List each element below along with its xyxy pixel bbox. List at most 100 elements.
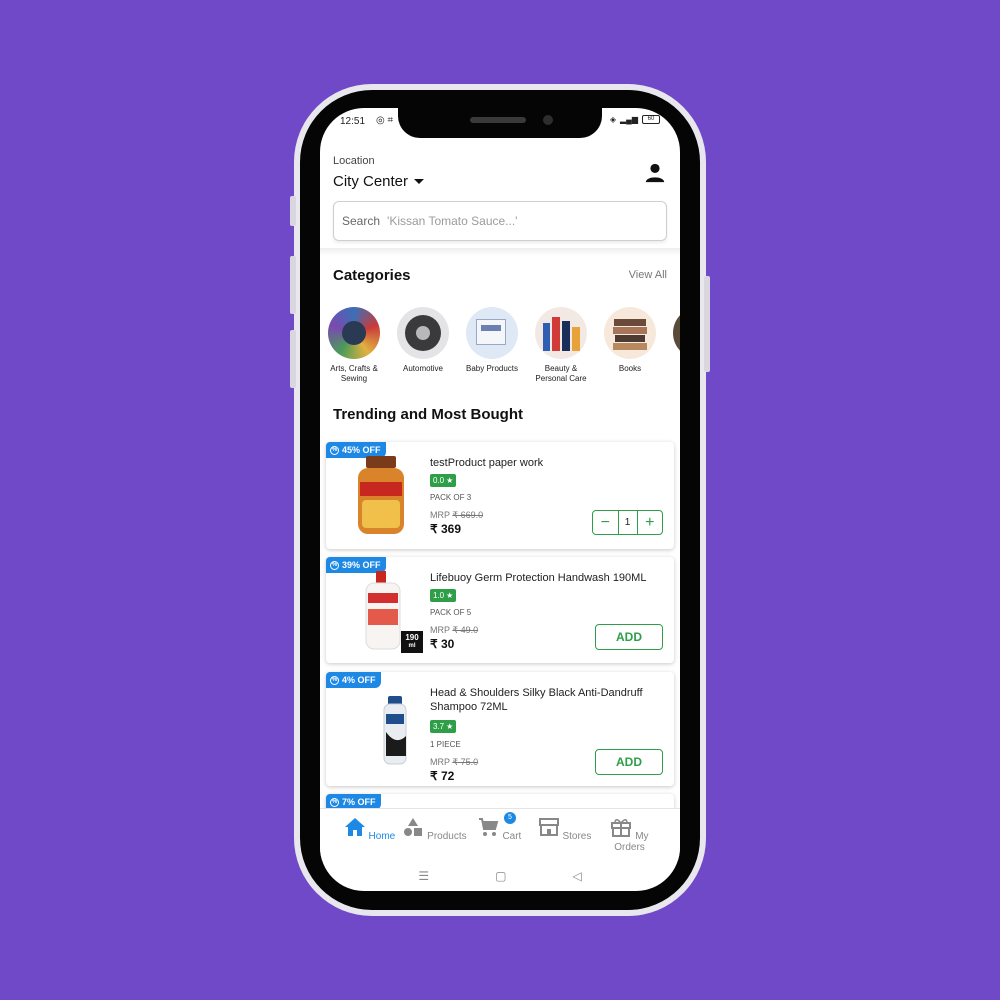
signal-icon: ▂▄▆ [620, 115, 638, 124]
nav-my-orders[interactable]: My Orders [597, 809, 662, 860]
pack-size: 1 PIECE [430, 740, 461, 749]
nav-label: Products [427, 831, 467, 842]
trending-title: Trending and Most Bought [333, 406, 523, 423]
mrp-line: MRP ₹ 49.0 [430, 625, 478, 636]
nav-stores[interactable]: Stores [532, 809, 597, 860]
status-time: 12:51 [340, 116, 366, 127]
nav-label: Home [368, 831, 396, 842]
product-card[interactable]: % 4% OFF Head & Shoulders Silky Black An… [326, 672, 674, 786]
volume-up-button [290, 196, 296, 226]
category-image [328, 307, 380, 359]
percent-icon: % [330, 797, 339, 807]
mute-button [290, 330, 296, 388]
status-indicators: ◈ ▂▄▆ 60 [610, 115, 660, 124]
category-label: Baby Products [465, 364, 519, 373]
mrp-value: ₹ 75.0 [452, 757, 479, 767]
rating-value: 1.0 [433, 591, 445, 600]
volume-down-button [290, 256, 296, 314]
mrp-label: MRP [430, 625, 450, 635]
search-label: Search [342, 214, 381, 228]
price: ₹ 369 [430, 522, 461, 536]
mrp-line: MRP ₹ 75.0 [430, 757, 478, 768]
add-button[interactable]: ADD [595, 749, 663, 775]
battery-icon: 60 [642, 115, 660, 124]
mrp-line: MRP ₹ 669.0 [430, 510, 483, 521]
product-card[interactable]: % 45% OFF testProduct paper work 0.0 ★ P… [326, 442, 674, 549]
add-button[interactable]: ADD [595, 624, 663, 650]
discount-text: 7% OFF [342, 797, 376, 807]
category-baby-products[interactable]: Baby Products [459, 307, 525, 374]
nav-home[interactable]: Home [337, 809, 402, 860]
system-navigation-bar: ☰ ▢ ◁ [320, 860, 680, 891]
speaker-grille [470, 117, 526, 123]
product-image-jar [358, 456, 404, 534]
view-all-link[interactable]: View All [629, 269, 667, 281]
category-label: Automotive [402, 364, 444, 373]
nav-products[interactable]: Products [402, 809, 467, 860]
location-label: Location [333, 155, 375, 167]
mrp-value: ₹ 49.0 [452, 625, 479, 635]
nav-label: Stores [562, 831, 592, 842]
star-icon: ★ [446, 591, 454, 600]
category-partial[interactable] [666, 307, 680, 359]
search-placeholder: 'Kissan Tomato Sauce...' [387, 214, 518, 228]
mrp-value: ₹ 669.0 [452, 510, 484, 520]
increase-button[interactable]: + [638, 511, 663, 534]
category-automotive[interactable]: Automotive [390, 307, 456, 374]
price: ₹ 30 [430, 637, 455, 651]
category-image [604, 307, 656, 359]
user-profile-icon[interactable] [644, 162, 666, 184]
wifi-icon: ◈ [609, 115, 617, 124]
home-square-icon[interactable]: ▢ [495, 869, 506, 883]
back-icon[interactable]: ◁ [572, 869, 581, 883]
percent-icon: % [330, 675, 339, 685]
quantity-value: 1 [617, 511, 638, 534]
size-tag-unit: ml [408, 643, 416, 649]
category-image [535, 307, 587, 359]
star-icon: ★ [446, 722, 454, 731]
category-beauty-personal-care[interactable]: Beauty & Personal Care [528, 307, 594, 384]
nav-label: Cart [502, 831, 522, 842]
product-image-shampoo [383, 696, 407, 765]
star-icon: ★ [446, 476, 454, 485]
cart-count-badge: 5 [504, 812, 516, 824]
category-label: Books [618, 364, 642, 373]
rating-badge: 3.7 ★ [430, 720, 457, 733]
menu-icon[interactable]: ☰ [418, 869, 429, 883]
cart-icon [478, 818, 498, 836]
mrp-label: MRP [430, 510, 450, 520]
power-button [704, 276, 710, 372]
pack-size: PACK OF 5 [430, 608, 472, 617]
home-icon [344, 818, 365, 836]
rating-value: 0.0 [433, 476, 445, 485]
price: ₹ 72 [430, 769, 455, 783]
percent-icon: % [330, 560, 339, 570]
category-arts-crafts[interactable]: Arts, Crafts & Sewing [321, 307, 387, 384]
product-card[interactable]: % 39% OFF 190 ml Lifebuoy Germ Protectio… [326, 557, 674, 663]
shapes-icon [404, 818, 423, 836]
location-selector[interactable]: City Center [333, 173, 425, 190]
search-input[interactable]: Search 'Kissan Tomato Sauce...' [333, 201, 667, 241]
mrp-label: MRP [430, 757, 450, 767]
categories-title: Categories [333, 267, 411, 284]
quantity-stepper: − 1 + [592, 510, 663, 535]
bottom-navigation: Home Products 5 Cart Stores My Orders [320, 808, 680, 860]
percent-icon: % [330, 445, 339, 455]
header-divider [320, 248, 680, 256]
pack-size: PACK OF 3 [430, 493, 472, 502]
nav-cart[interactable]: 5 Cart [467, 809, 532, 860]
phone-notch [398, 108, 602, 138]
rating-badge: 0.0 ★ [430, 474, 457, 487]
category-image [673, 307, 680, 359]
rating-value: 3.7 [433, 722, 445, 731]
caret-down-icon [414, 179, 425, 184]
product-name: Head & Shoulders Silky Black Anti-Dandru… [430, 687, 643, 713]
size-tag: 190 ml [401, 631, 423, 653]
location-value: City Center [333, 173, 409, 190]
category-label: Arts, Crafts & Sewing [330, 364, 378, 383]
rating-badge: 1.0 ★ [430, 589, 457, 602]
store-icon [538, 818, 559, 836]
decrease-button[interactable]: − [593, 511, 618, 534]
category-books[interactable]: Books [597, 307, 663, 374]
category-label: Beauty & Personal Care [535, 364, 587, 383]
